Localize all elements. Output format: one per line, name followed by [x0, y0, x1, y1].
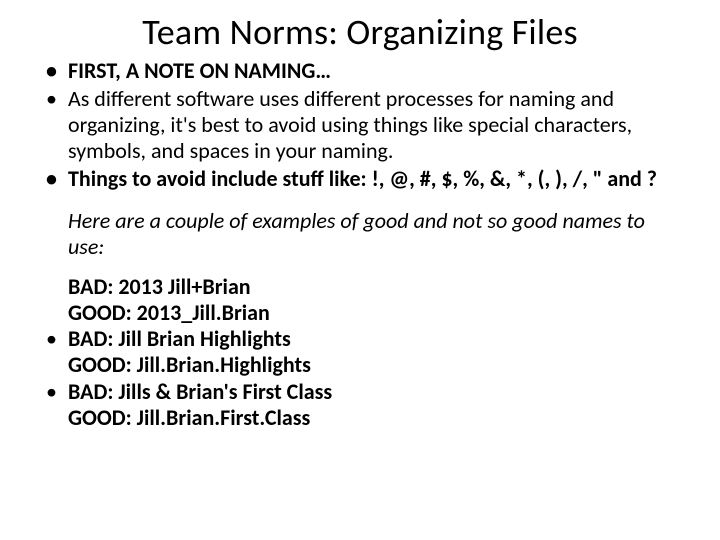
bullet-list: FIRST, A NOTE ON NAMING… As different so…: [40, 58, 680, 192]
example-1-good: GOOD: 2013_Jill.Brian: [40, 300, 680, 326]
bullet-things-to-avoid: Things to avoid include stuff like: !, @…: [40, 166, 680, 192]
example-2: BAD: Jill Brian Highlights GOOD: Jill.Br…: [40, 326, 680, 378]
example-2-good: GOOD: Jill.Brian.Highlights: [68, 351, 311, 378]
examples-intro: Here are a couple of examples of good an…: [40, 208, 680, 260]
bullet-note-naming: FIRST, A NOTE ON NAMING…: [40, 58, 680, 84]
slide: Team Norms: Organizing Files FIRST, A NO…: [0, 0, 720, 540]
example-1-bad: BAD: 2013 Jill+Brian: [40, 274, 680, 300]
bullet-explanation: As different software uses different pro…: [40, 86, 680, 164]
slide-title: Team Norms: Organizing Files: [40, 10, 680, 54]
example-list: BAD: Jill Brian Highlights GOOD: Jill.Br…: [40, 326, 680, 432]
example-3-bad: BAD: Jills & Brian's First Class: [68, 378, 332, 405]
example-3-good: GOOD: Jill.Brian.First.Class: [68, 404, 310, 431]
example-3: BAD: Jills & Brian's First Class GOOD: J…: [40, 379, 680, 431]
example-2-bad: BAD: Jill Brian Highlights: [68, 325, 291, 352]
